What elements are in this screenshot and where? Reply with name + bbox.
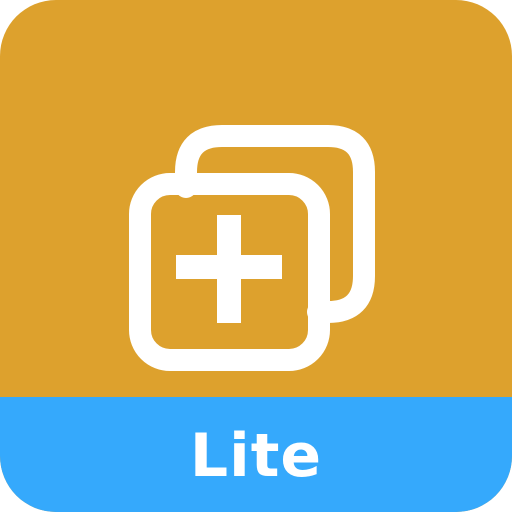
add-copy-icon	[129, 125, 375, 371]
banner-label: Lite	[189, 420, 323, 491]
app-icon: Lite	[0, 0, 512, 512]
back-square-outline	[175, 125, 375, 323]
lite-banner: Lite	[0, 397, 512, 512]
plus-vertical-bar	[217, 215, 241, 323]
